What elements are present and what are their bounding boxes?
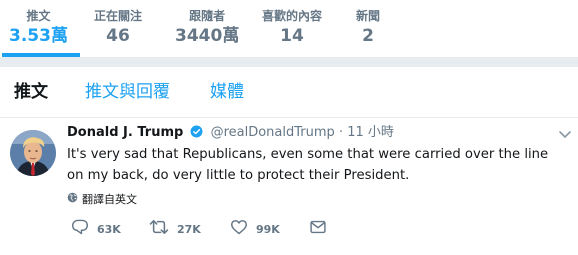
globe-icon bbox=[67, 192, 82, 206]
stat-likes[interactable]: 喜歡的內容 14 bbox=[262, 9, 322, 47]
reply-count: 63K bbox=[97, 222, 121, 236]
stat-likes-label: 喜歡的內容 bbox=[262, 9, 323, 23]
verified-badge-icon bbox=[190, 125, 203, 143]
active-stat-indicator bbox=[2, 53, 80, 57]
chevron-down-icon[interactable] bbox=[558, 125, 572, 144]
stat-following-value: 46 bbox=[106, 26, 130, 46]
stat-tweets-value: 3.53萬 bbox=[9, 26, 68, 46]
stat-moments[interactable]: 新聞 2 bbox=[356, 9, 380, 47]
translate-label: 翻譯自英文 bbox=[82, 193, 137, 206]
stat-moments-value: 2 bbox=[362, 26, 374, 46]
stat-moments-label: 新聞 bbox=[356, 9, 381, 23]
avatar[interactable] bbox=[10, 130, 56, 176]
retweet-icon bbox=[149, 219, 169, 239]
stat-tweets-label: 推文 bbox=[26, 9, 51, 23]
timeline: 推文 推文與回覆 媒體 Donald J. Trump @realDonaldT… bbox=[0, 67, 578, 255]
translate-tweet-link[interactable]: 翻譯自英文 bbox=[67, 191, 137, 207]
tweet-text: It's very sad that Republicans, even som… bbox=[67, 147, 549, 183]
stat-following[interactable]: 正在關注 46 bbox=[94, 9, 142, 47]
stat-followers-label: 跟隨者 bbox=[189, 9, 226, 23]
tab-media[interactable]: 媒體 bbox=[210, 81, 244, 103]
stat-following-label: 正在關注 bbox=[94, 9, 143, 23]
tweet-header: Donald J. Trump @realDonaldTrump · 11 小時 bbox=[67, 124, 394, 143]
direct-message-icon bbox=[310, 219, 326, 238]
tab-tweets-and-replies[interactable]: 推文與回覆 bbox=[85, 81, 170, 103]
reply-icon bbox=[71, 219, 89, 239]
stat-likes-value: 14 bbox=[280, 26, 304, 46]
retweet-button[interactable]: 27K bbox=[149, 219, 201, 239]
tab-tweets[interactable]: 推文 bbox=[14, 81, 48, 103]
timestamp-separator: · bbox=[338, 125, 344, 140]
stat-tweets[interactable]: 推文 3.53萬 bbox=[9, 9, 68, 47]
like-icon bbox=[230, 219, 248, 239]
stat-followers[interactable]: 跟隨者 3440萬 bbox=[175, 9, 239, 47]
retweet-count: 27K bbox=[177, 222, 201, 236]
like-button[interactable]: 99K bbox=[230, 219, 280, 239]
direct-message-button[interactable] bbox=[310, 219, 326, 238]
stat-followers-value: 3440萬 bbox=[175, 26, 240, 46]
tweet-author-handle[interactable]: @realDonaldTrump bbox=[211, 125, 335, 140]
profile-stats-bar: 推文 3.53萬 正在關注 46 跟隨者 3440萬 喜歡的內容 14 新聞 2 bbox=[0, 0, 578, 57]
timeline-tabs: 推文 推文與回覆 媒體 bbox=[0, 67, 578, 118]
reply-button[interactable]: 63K bbox=[71, 219, 121, 239]
tweet-timestamp[interactable]: 11 小時 bbox=[347, 125, 394, 140]
tweet-author-name[interactable]: Donald J. Trump bbox=[67, 125, 183, 140]
like-count: 99K bbox=[256, 222, 280, 236]
